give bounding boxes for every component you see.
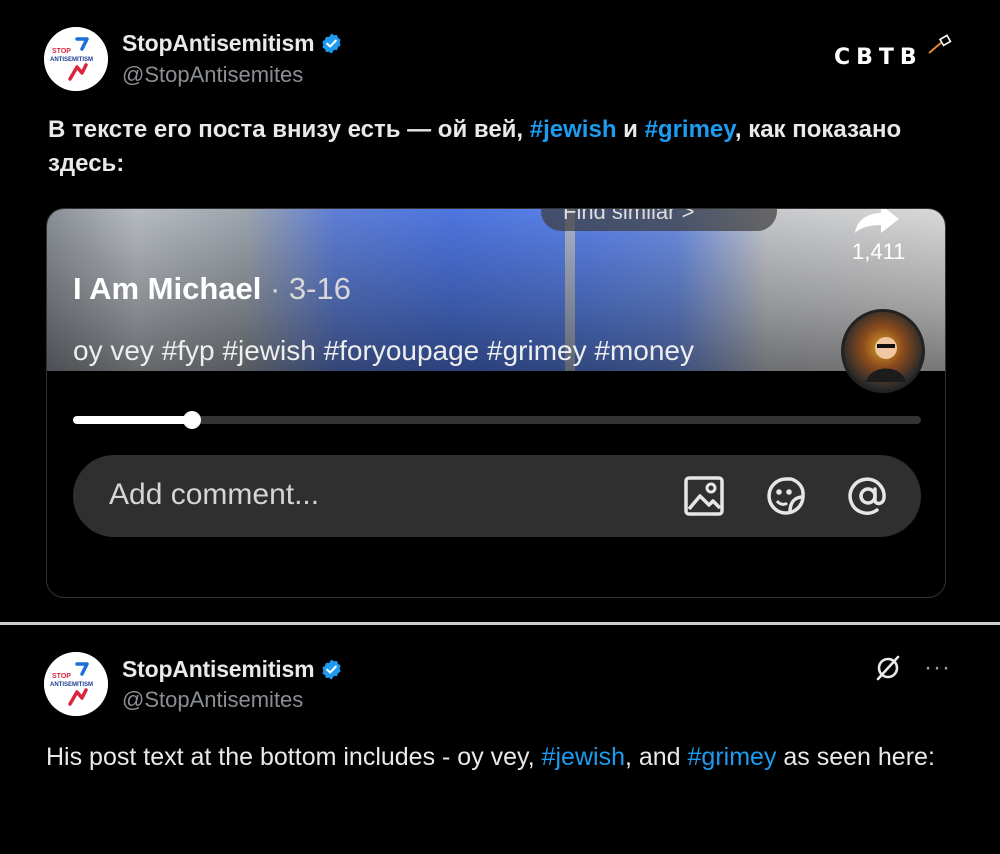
- bottom-post: STOP ANTISEMITISM StopAntisemitism @Stop…: [0, 626, 1000, 854]
- video-author: I Am Michael: [73, 271, 262, 306]
- post-text-segment: His post text at the bottom includes - o…: [46, 743, 542, 771]
- image-icon: [684, 476, 724, 516]
- post-text-segment: и: [616, 116, 645, 143]
- author-handle[interactable]: @StopAntisemites: [122, 687, 303, 713]
- author-display-name[interactable]: StopAntisemitism: [122, 656, 315, 683]
- hashtag-jewish-link[interactable]: #jewish: [542, 743, 625, 771]
- video-progress-fill: [73, 416, 192, 424]
- svg-text:STOP: STOP: [52, 48, 71, 55]
- video-date: · 3-16: [261, 271, 351, 306]
- post-text: В тексте его поста внизу есть — ой вей, …: [48, 113, 928, 181]
- author-name-row: StopAntisemitism: [122, 656, 343, 683]
- post-text-segment: as seen here:: [776, 743, 935, 771]
- verified-badge-icon: [322, 33, 341, 54]
- hashtag-grimey-link[interactable]: #grimey: [688, 743, 777, 771]
- top-post: STOP ANTISEMITISM StopAntisemitism @Stop…: [0, 0, 1000, 622]
- brand-text: CBTB: [834, 45, 923, 70]
- author-name-row: StopAntisemitism: [122, 30, 343, 57]
- more-options-icon[interactable]: ···: [924, 656, 951, 680]
- sticker-emoji-icon: [767, 477, 805, 515]
- satellite-icon: [928, 34, 952, 54]
- post-separator: [0, 622, 1000, 625]
- svg-text:ANTISEMITISM: ANTISEMITISM: [50, 682, 93, 688]
- video-progress-bar[interactable]: [73, 411, 921, 429]
- hashtag-grimey-link[interactable]: #grimey: [645, 116, 735, 143]
- cbtb-watermark: CBTB: [834, 34, 954, 74]
- find-similar-button: Find similar >: [541, 209, 777, 231]
- author-display-name[interactable]: StopAntisemitism: [122, 30, 315, 57]
- author-handle[interactable]: @StopAntisemites: [122, 62, 303, 88]
- grok-icon[interactable]: [874, 654, 902, 682]
- author-avatar[interactable]: STOP ANTISEMITISM: [44, 652, 108, 716]
- stop-antisemitism-logo-icon: STOP ANTISEMITISM: [44, 27, 108, 91]
- svg-text:STOP: STOP: [52, 673, 71, 680]
- author-avatar[interactable]: STOP ANTISEMITISM: [44, 27, 108, 91]
- music-disc-icon: [841, 309, 925, 393]
- post-text-segment: В тексте его поста внизу есть — ой вей,: [48, 116, 530, 143]
- hashtag-jewish-link[interactable]: #jewish: [530, 116, 617, 143]
- video-title: I Am Michael · 3-16: [73, 271, 351, 307]
- comment-placeholder: Add comment...: [109, 478, 320, 511]
- svg-text:ANTISEMITISM: ANTISEMITISM: [50, 57, 93, 63]
- share-count: 1,411: [852, 239, 906, 264]
- comment-input: Add comment...: [73, 455, 921, 537]
- embedded-screenshot[interactable]: Find similar > 1,411 I Am Michael · 3-16…: [46, 208, 946, 598]
- video-progress-knob[interactable]: [182, 411, 201, 429]
- post-text: His post text at the bottom includes - o…: [46, 739, 946, 775]
- post-actions: ···: [874, 654, 951, 682]
- verified-badge-icon: [322, 659, 341, 680]
- stop-antisemitism-logo-icon: STOP ANTISEMITISM: [44, 652, 108, 716]
- video-caption: oy vey #fyp #jewish #foryoupage #grimey …: [73, 335, 695, 366]
- post-text-segment: , and: [624, 743, 688, 771]
- mention-at-icon: [848, 477, 886, 515]
- share-arrow-icon: [855, 209, 899, 233]
